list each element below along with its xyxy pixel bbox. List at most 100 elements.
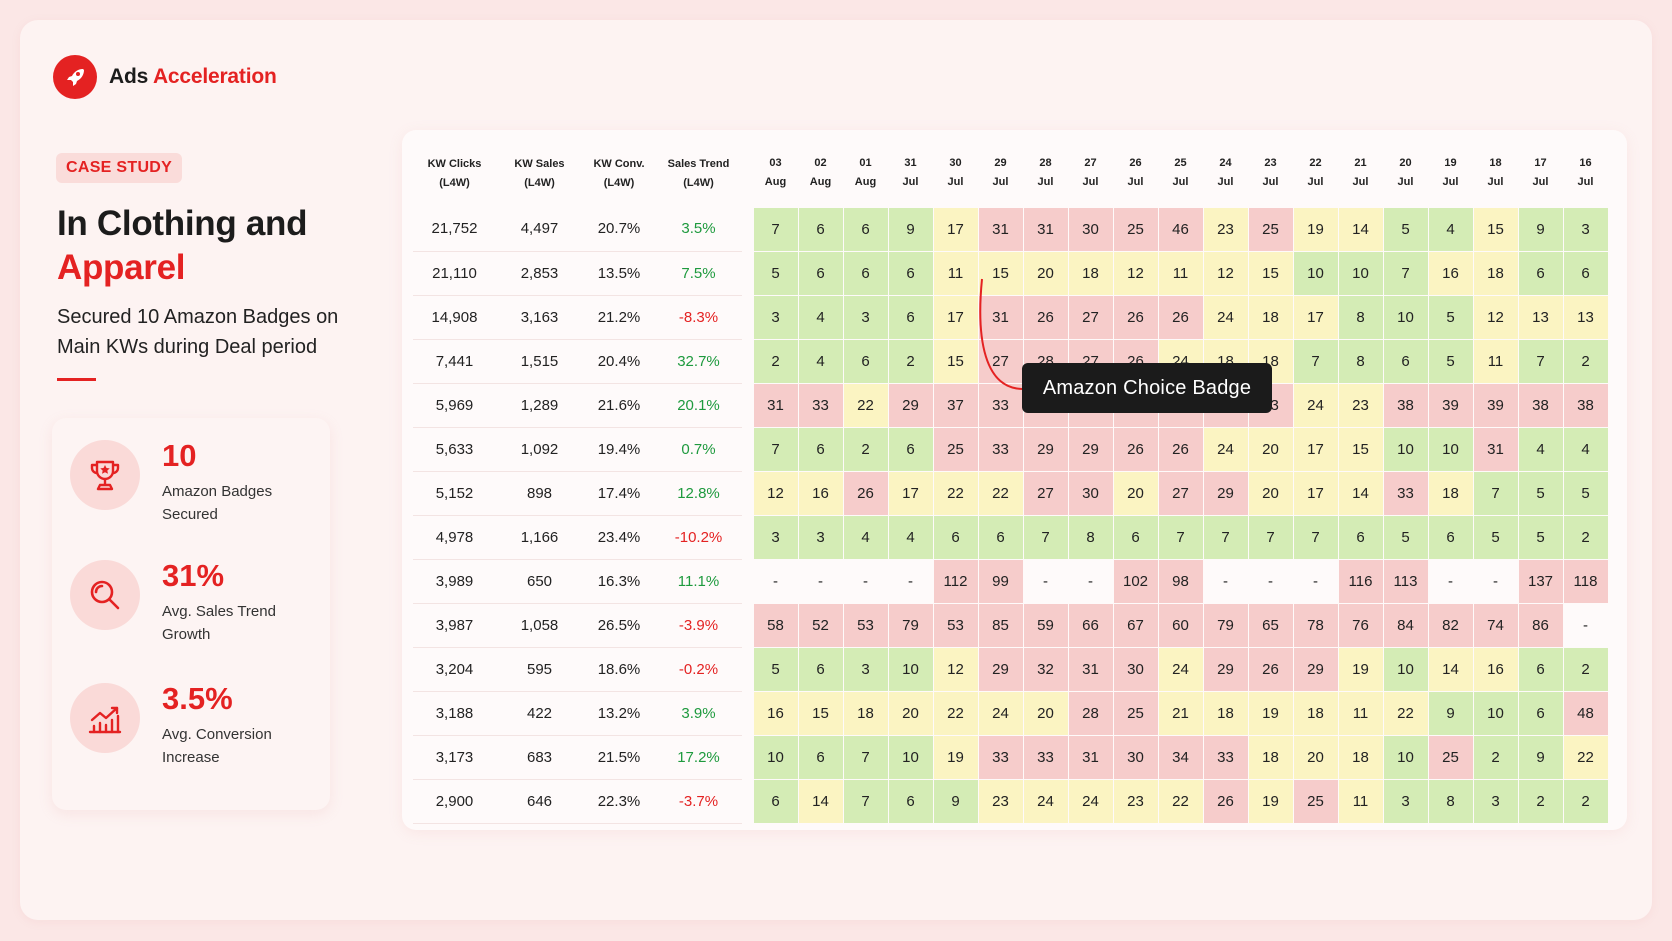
rank-cell: 26 (1157, 426, 1204, 472)
column-gap (742, 691, 753, 735)
rank-cell: 11 (1472, 338, 1519, 384)
column-gap (742, 251, 753, 295)
rank-cell: 16 (1472, 646, 1519, 692)
rank-cell: 26 (1112, 294, 1159, 340)
rank-cell: 25 (1427, 734, 1474, 780)
rank-cell: 18 (1067, 250, 1114, 296)
cell-sales: 646 (496, 779, 583, 824)
stat-label: Avg. Conversion Increase (162, 726, 272, 766)
rank-cell: - (1427, 558, 1474, 604)
date-day: 25 (1174, 157, 1187, 170)
brand-logo[interactable]: Ads Acceleration (53, 55, 277, 99)
rank-cell: 12 (1202, 250, 1249, 296)
date-day: 31 (904, 157, 917, 170)
column-gap (742, 207, 753, 251)
cell-trend: -0.2% (655, 647, 742, 692)
cell-clicks: 4,978 (413, 515, 496, 560)
rank-cell: - (1202, 558, 1249, 604)
rank-cell: 30 (1112, 646, 1159, 692)
rank-cell: 32 (1022, 646, 1069, 692)
rank-cell: 15 (1472, 206, 1519, 252)
rank-cell: 17 (1292, 294, 1339, 340)
rank-cell: 15 (977, 250, 1024, 296)
rank-cell: 10 (1382, 426, 1429, 472)
rank-cell: 30 (1067, 206, 1114, 252)
rank-cell: 8 (1067, 514, 1114, 560)
date-header: 20 Jul (1383, 140, 1428, 207)
rank-cell: 11 (1337, 690, 1384, 736)
table-row: 4,978 1,166 23.4% -10.2% 3 3 4 4 6 6 7 8 6 7 7 7 7 6 5 6 5 5 2 (413, 514, 1609, 560)
rank-cell: 15 (1247, 250, 1294, 296)
rank-cell: 20 (887, 690, 934, 736)
date-header: 02 Aug (798, 140, 843, 207)
date-header: 24 Jul (1203, 140, 1248, 207)
rank-cell: 74 (1472, 602, 1519, 648)
rank-cell: 4 (842, 514, 889, 560)
date-day: 21 (1354, 157, 1367, 170)
date-header: 28 Jul (1023, 140, 1068, 207)
rank-cell: 3 (797, 514, 844, 560)
date-header: 26 Jul (1113, 140, 1158, 207)
rank-cell: 18 (1472, 250, 1519, 296)
cell-sales: 1,166 (496, 515, 583, 560)
date-day: 18 (1489, 157, 1502, 170)
rank-cell: 23 (977, 778, 1024, 824)
rank-cell: 2 (887, 338, 934, 384)
rank-cell: 30 (1112, 734, 1159, 780)
rank-cell: 6 (797, 734, 844, 780)
rank-cell: 6 (797, 206, 844, 252)
column-gap (742, 295, 753, 339)
rank-cell: 66 (1067, 602, 1114, 648)
rank-cell: 33 (977, 734, 1024, 780)
rank-cell: - (752, 558, 799, 604)
rank-cell: 29 (1067, 426, 1114, 472)
rank-cell: 113 (1382, 558, 1429, 604)
cell-conv: 17.4% (583, 471, 655, 516)
rank-cell: 19 (1292, 206, 1339, 252)
cell-sales: 422 (496, 691, 583, 736)
rank-cell: 9 (1517, 734, 1564, 780)
rank-cell: 5 (1427, 294, 1474, 340)
rank-cell: 86 (1517, 602, 1564, 648)
cell-conv: 13.2% (583, 691, 655, 736)
rank-cell: 6 (1517, 690, 1564, 736)
rank-cell: 18 (1247, 734, 1294, 780)
rank-cell: 76 (1337, 602, 1384, 648)
header-sublabel: (L4W) (683, 176, 714, 189)
column-gap (742, 339, 753, 383)
rank-cell: 3 (752, 294, 799, 340)
column-gap (742, 779, 753, 823)
stat-value: 31% (162, 558, 225, 593)
rank-cell: 10 (1382, 646, 1429, 692)
rank-cell: 4 (797, 294, 844, 340)
date-month: Aug (809, 176, 832, 189)
metric-header: KW Conv. (L4W) (583, 140, 655, 207)
rank-cell: 24 (1157, 646, 1204, 692)
rank-cell: 22 (977, 470, 1024, 516)
rank-cell: 20 (1022, 250, 1069, 296)
rank-cell: 17 (1292, 470, 1339, 516)
date-header: 17 Jul (1518, 140, 1563, 207)
rank-cell: 2 (1562, 514, 1609, 560)
rank-cell: 12 (1472, 294, 1519, 340)
rank-cell: 15 (1337, 426, 1384, 472)
table-row: 3,173 683 21.5% 17.2% 10 6 7 10 19 33 33 31 30 34 33 18… (413, 734, 1609, 780)
rank-cell: 18 (1292, 690, 1339, 736)
cell-trend: 3.5% (655, 207, 742, 252)
date-day: 27 (1084, 157, 1097, 170)
rank-cell: 31 (1067, 646, 1114, 692)
cell-sales: 1,289 (496, 383, 583, 428)
column-gap (742, 735, 753, 779)
rank-cell: 20 (1247, 470, 1294, 516)
table-row: 5,152 898 17.4% 12.8% 12 16 26 17 22 22 27 30 20 27 29… (413, 470, 1609, 516)
rank-cell: 29 (1022, 426, 1069, 472)
rank-cell: 4 (1427, 206, 1474, 252)
rank-cell: - (797, 558, 844, 604)
rank-cell: 79 (1202, 602, 1249, 648)
cell-trend: -3.9% (655, 603, 742, 648)
cell-sales: 2,853 (496, 251, 583, 296)
date-day: 26 (1129, 157, 1142, 170)
rank-cell: 17 (1292, 426, 1339, 472)
table-header-row: KW Clicks (L4W) KW Sales (L4W) KW Conv. (L4W)… (413, 140, 1608, 207)
rank-cell: - (887, 558, 934, 604)
